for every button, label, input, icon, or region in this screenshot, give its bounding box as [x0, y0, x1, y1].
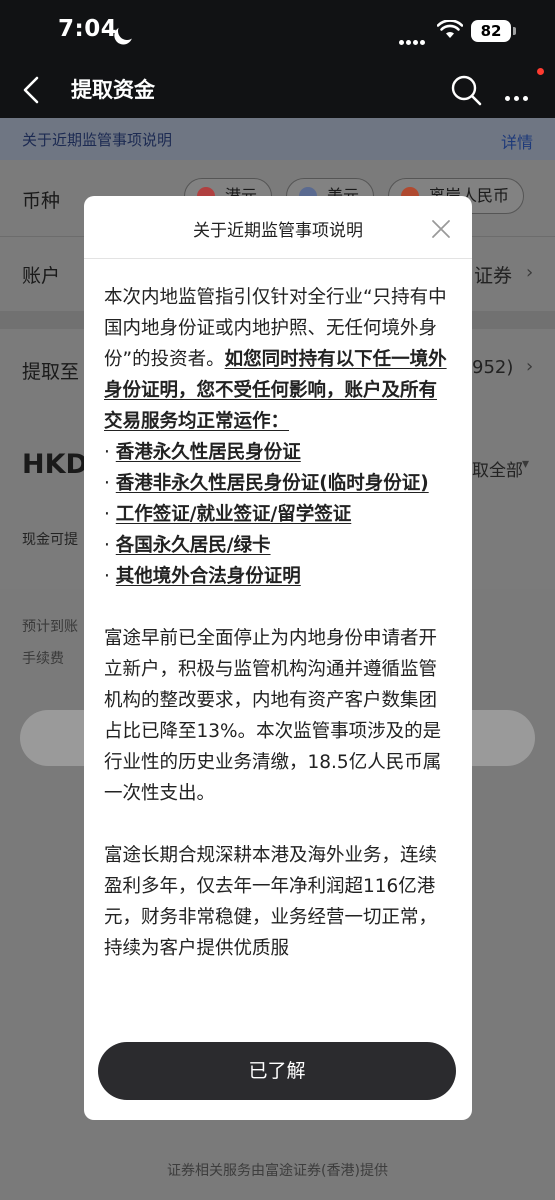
footer-note: 证券相关服务由富途证券(香港)提供 — [167, 1163, 388, 1179]
cash-available-label: 现金可提 — [22, 532, 78, 548]
currency-label: 币种 — [22, 190, 61, 212]
withdraw-all-button[interactable]: 取全部 — [472, 456, 523, 481]
regulatory-notice-bar[interactable]: 关于近期监管事项说明 详情 — [0, 118, 555, 160]
status-bar: 7:04 82 — [0, 0, 555, 64]
cellular-signal-icon — [399, 30, 427, 45]
battery-icon: 82 — [471, 20, 511, 42]
regulatory-notice-modal: 关于近期监管事项说明 本次内地监管指引仅针对全行业“只持有中国内地身份证或内地护… — [84, 196, 472, 1120]
account-value: 证券 — [474, 265, 513, 287]
back-arrow-icon[interactable] — [14, 72, 50, 108]
modal-body: 本次内地监管指引仅针对全行业“只持有中国内地身份证或内地护照、无任何境外身份”的… — [104, 282, 452, 995]
fee-label: 手续费 — [22, 651, 64, 667]
id-bullet-3: · 工作签证/就业签证/留学签证 — [104, 504, 352, 525]
search-icon[interactable] — [448, 72, 484, 108]
do-not-disturb-moon-icon — [115, 19, 138, 42]
eta-label: 预计到账 — [22, 619, 78, 635]
acknowledge-button[interactable]: 已了解 — [98, 1042, 456, 1100]
chevron-down-icon: ▾ — [522, 456, 530, 472]
wifi-icon — [437, 20, 463, 38]
modal-paragraph-2: 富途早前已全面停止为内地身份申请者开立新户，积极与监管机构沟通并遵循监管机构的整… — [104, 628, 442, 804]
chevron-right-icon: › — [526, 262, 534, 283]
withdraw-to-label: 提取至 — [22, 361, 80, 383]
status-time: 7:04 — [58, 16, 118, 42]
modal-paragraph-1: 本次内地监管指引仅针对全行业“只持有中国内地身份证或内地护照、无任何境外身份”的… — [104, 282, 452, 592]
notice-details-link[interactable]: 详情 — [501, 129, 533, 153]
notice-text: 关于近期监管事项说明 — [22, 131, 173, 149]
id-bullet-2: · 香港非永久性居民身份证(临时身份证) — [104, 473, 429, 494]
modal-paragraph-3: 富途长期合规深耕本港及海外业务，连续盈利多年，仅去年一年净利润超116亿港元，财… — [104, 845, 438, 959]
id-bullet-1: · 香港永久性居民身份证 — [104, 442, 301, 463]
page-title: 提取资金 — [71, 78, 155, 102]
battery-tip — [513, 27, 516, 35]
id-bullet-5: · 其他境外合法身份证明 — [104, 566, 301, 587]
modal-title: 关于近期监管事项说明 — [193, 221, 363, 241]
id-bullet-4: · 各国永久居民/绿卡 — [104, 535, 271, 556]
amount-currency: HKD — [22, 449, 88, 480]
modal-divider — [84, 258, 472, 259]
close-icon[interactable] — [430, 218, 452, 240]
nav-bar: 提取资金 — [0, 64, 555, 118]
account-label: 账户 — [22, 265, 61, 287]
chevron-right-icon: › — [526, 356, 534, 377]
notification-dot — [537, 68, 544, 75]
withdraw-to-value[interactable]: 952) — [472, 357, 513, 378]
more-options-icon[interactable] — [505, 86, 537, 101]
